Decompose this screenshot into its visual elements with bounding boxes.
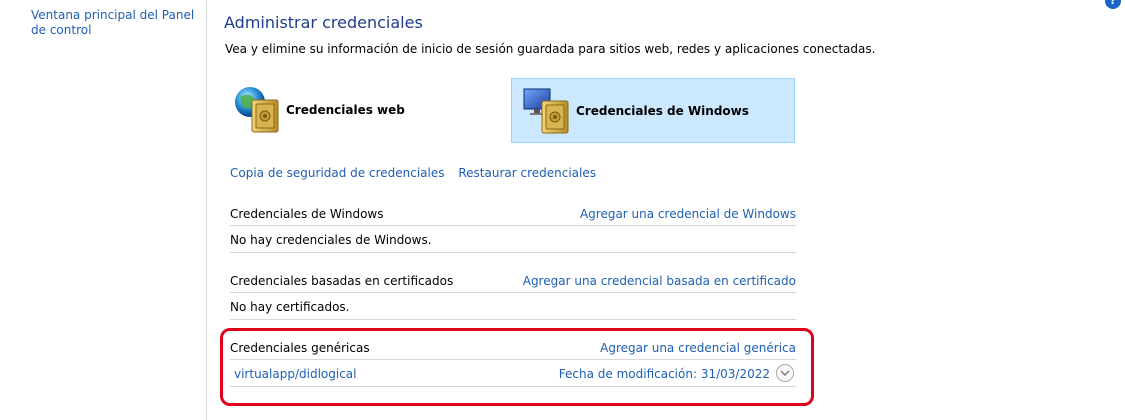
empty-text: No hay credenciales de Windows. — [230, 233, 432, 247]
empty-text: No hay certificados. — [230, 300, 350, 314]
windows-credentials-tile[interactable]: Credenciales de Windows — [511, 78, 795, 143]
section-title: Credenciales basadas en certificados — [230, 274, 454, 288]
web-credentials-tile[interactable]: Credenciales web — [230, 78, 512, 141]
windows-credentials-icon — [520, 83, 576, 139]
web-credentials-icon — [230, 82, 286, 138]
add-windows-credential-link[interactable]: Agregar una credencial de Windows — [580, 207, 796, 221]
windows-credentials-label: Credenciales de Windows — [576, 103, 749, 118]
section-title: Credenciales de Windows — [230, 207, 384, 221]
highlight-annotation — [220, 328, 814, 406]
section-header: Credenciales basadas en certificados Agr… — [230, 268, 796, 293]
control-panel-home-link[interactable]: Ventana principal del Panel de control — [31, 8, 201, 38]
sidebar: Ventana principal del Panel de control — [0, 0, 207, 420]
restore-credentials-link[interactable]: Restaurar credenciales — [458, 166, 596, 180]
add-certificate-credential-link[interactable]: Agregar una credencial basada en certifi… — [523, 274, 796, 288]
help-icon[interactable]: ? — [1105, 0, 1121, 9]
backup-credentials-link[interactable]: Copia de seguridad de credenciales — [230, 166, 445, 180]
section-body: No hay certificados. — [230, 293, 796, 320]
section-header: Credenciales de Windows Agregar una cred… — [230, 201, 796, 226]
section-body: No hay credenciales de Windows. — [230, 226, 796, 253]
page-description: Vea y elimine su información de inicio d… — [225, 42, 876, 56]
backup-restore-links: Copia de seguridad de credenciales Resta… — [230, 166, 606, 180]
page-title: Administrar credenciales — [224, 13, 423, 32]
web-credentials-label: Credenciales web — [286, 102, 405, 117]
